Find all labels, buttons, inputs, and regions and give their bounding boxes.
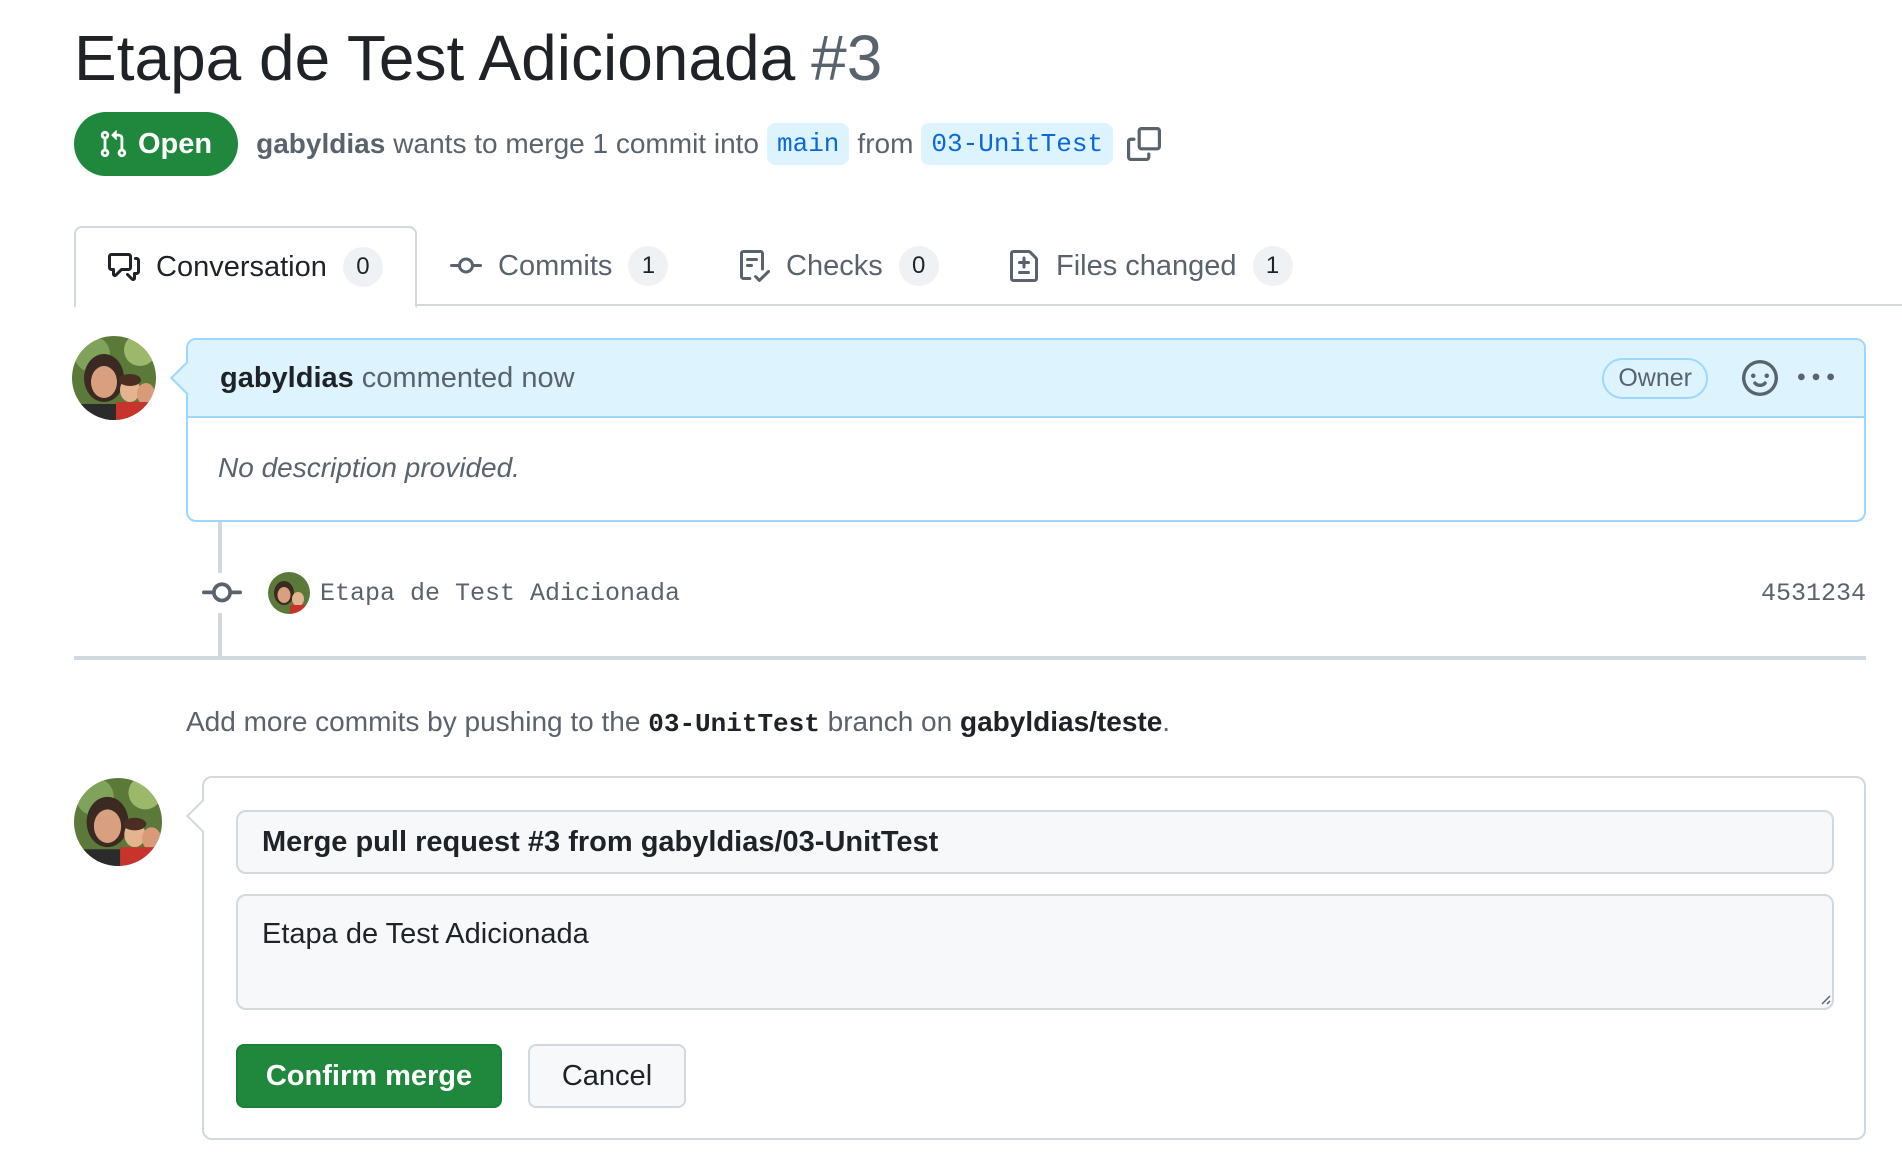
base-branch[interactable]: main <box>767 123 850 165</box>
merge-commit-body-input[interactable]: Etapa de Test Adicionada <box>236 894 1834 1010</box>
tab-commits-label: Commits <box>498 249 613 282</box>
merge-form: Etapa de Test Adicionada Confirm merge C… <box>186 776 1866 1140</box>
comment-body: No description provided. <box>218 452 520 483</box>
owner-badge: Owner <box>1602 357 1708 399</box>
avatar[interactable] <box>72 336 156 420</box>
from-text: from <box>857 128 914 159</box>
tab-commits-count: 1 <box>628 246 669 286</box>
pr-description-comment: gabyldias commented now Owner No descrip… <box>170 338 1866 522</box>
state-label: Open <box>138 127 213 160</box>
hint-suffix: . <box>1162 706 1171 737</box>
cancel-button[interactable]: Cancel <box>528 1044 686 1108</box>
resize-handle-icon[interactable] <box>1816 990 1832 1006</box>
merge-commit-title-input[interactable] <box>236 810 1834 874</box>
commit-author-avatar[interactable] <box>268 572 310 614</box>
merge-summary: gabyldias wants to merge 1 commit into m… <box>256 123 1162 165</box>
tab-checks-count: 0 <box>898 246 939 286</box>
avatar-photo <box>72 336 156 420</box>
git-pull-request-icon <box>100 130 127 158</box>
avatar-photo <box>74 778 162 866</box>
git-commit-icon <box>202 573 242 613</box>
checklist-icon <box>740 250 770 282</box>
confirm-merge-button[interactable]: Confirm merge <box>236 1044 502 1108</box>
commit-sha-link[interactable]: 4531234 <box>1761 579 1866 608</box>
hint-prefix: Add more commits by pushing to the <box>186 706 641 737</box>
tab-files-changed[interactable]: Files changed 1 <box>1008 226 1293 306</box>
commit-message-link[interactable]: Etapa de Test Adicionada <box>320 579 680 608</box>
timeline-divider <box>74 656 1866 660</box>
tab-files-changed-label: Files changed <box>1056 249 1237 282</box>
pr-meta: Open gabyldias wants to merge 1 commit i… <box>74 112 1162 176</box>
smiley-icon[interactable] <box>1742 360 1778 396</box>
state-badge: Open <box>74 112 239 176</box>
avatar-photo <box>268 572 310 614</box>
merge-form-pointer <box>186 799 220 833</box>
kebab-horizontal-icon[interactable] <box>1798 360 1834 396</box>
pr-title-text: Etapa de Test Adicionada <box>74 22 796 94</box>
push-hint: Add more commits by pushing to the 03-Un… <box>186 706 1170 739</box>
git-commit-icon <box>450 257 482 274</box>
merge-text: wants to merge 1 commit into <box>393 128 759 159</box>
comment-discussion-icon <box>108 253 140 281</box>
copy-icon[interactable] <box>1127 127 1162 161</box>
hint-branch: 03-UnitTest <box>648 709 820 739</box>
tab-conversation[interactable]: Conversation 0 <box>74 226 417 308</box>
tab-commits[interactable]: Commits 1 <box>450 226 669 306</box>
pr-number: #3 <box>811 22 883 94</box>
comment-author-link[interactable]: gabyldias <box>220 362 354 395</box>
pr-tabs: Conversation 0 Commits 1 Checks 0 Files … <box>74 226 1902 308</box>
pr-author-link[interactable]: gabyldias <box>256 128 385 160</box>
tab-conversation-count: 0 <box>342 247 383 287</box>
tab-files-changed-count: 1 <box>1252 246 1293 286</box>
hint-middle: branch on <box>827 706 953 737</box>
tab-conversation-label: Conversation <box>156 250 327 283</box>
comment-action: commented now <box>361 361 575 394</box>
tab-checks[interactable]: Checks 0 <box>738 226 939 306</box>
pr-title: Etapa de Test Adicionada #3 <box>74 22 882 94</box>
file-diff-icon <box>1010 250 1038 282</box>
hint-repo-link[interactable]: gabyldias/teste <box>960 706 1162 737</box>
comment-header: gabyldias commented now Owner <box>188 340 1864 418</box>
tab-checks-label: Checks <box>786 249 883 282</box>
head-branch[interactable]: 03-UnitTest <box>921 123 1114 165</box>
timeline-commit: Etapa de Test Adicionada 4531234 <box>200 566 1866 620</box>
avatar[interactable] <box>74 778 162 866</box>
